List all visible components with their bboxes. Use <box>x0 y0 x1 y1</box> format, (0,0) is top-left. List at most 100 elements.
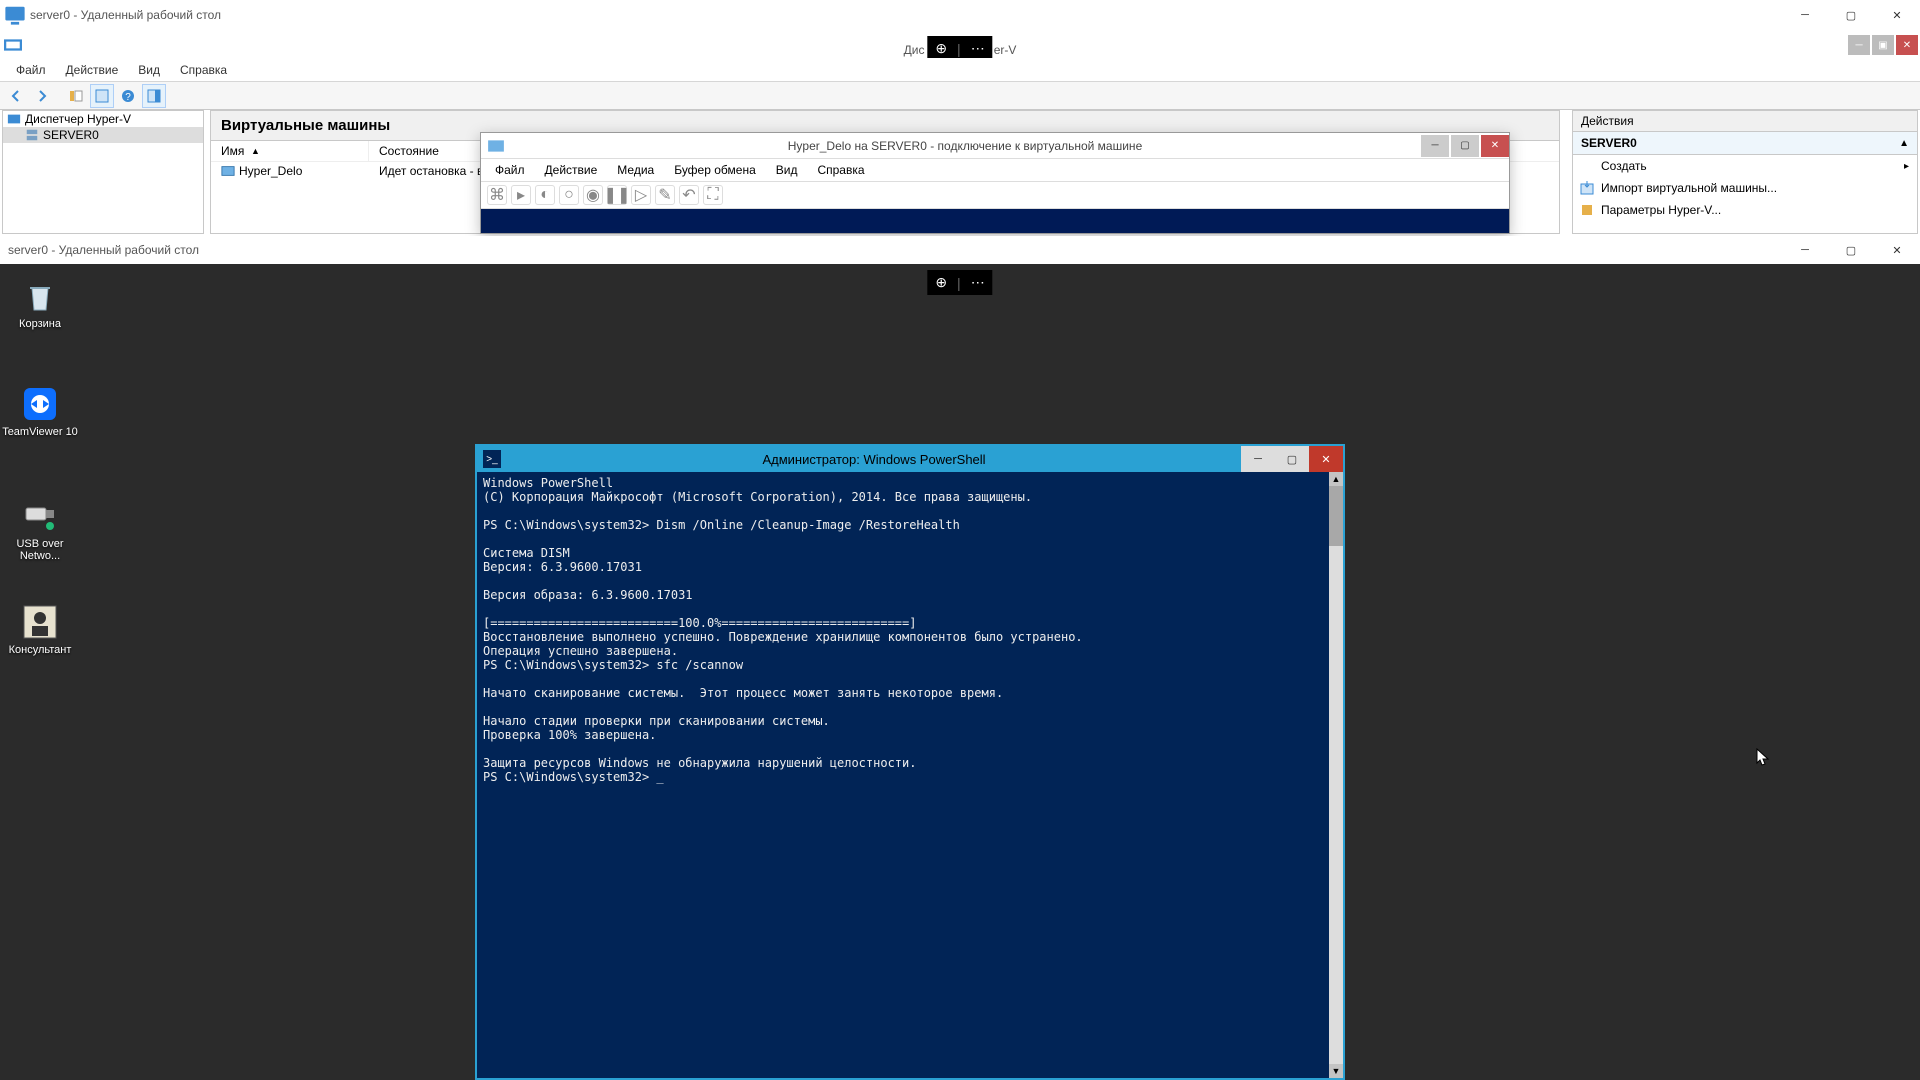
minimize-button[interactable]: ─ <box>1241 446 1275 472</box>
action-import[interactable]: Импорт виртуальной машины... <box>1573 177 1917 199</box>
close-button[interactable]: ✕ <box>1874 236 1920 264</box>
consultant-icon <box>20 602 60 642</box>
more-icon[interactable]: ⋯ <box>971 40 985 57</box>
tree-root-label: Диспетчер Hyper-V <box>25 112 131 126</box>
desktop-icon-label: USB over Netwo... <box>0 538 80 562</box>
close-button[interactable]: ✕ <box>1481 135 1509 157</box>
rdp1-titlebar[interactable]: server0 - Удаленный рабочий стол ─ ▢ ✕ <box>0 0 1920 30</box>
import-icon <box>1579 180 1595 196</box>
vmconn-title: Hyper_Delo на SERVER0 - подключение к ви… <box>511 139 1419 153</box>
checkpoint-button[interactable]: ✎ <box>655 185 675 205</box>
server-icon <box>25 128 39 142</box>
enhanced-button[interactable]: ⛶ <box>703 185 723 205</box>
vmconn-viewport[interactable] <box>481 209 1509 233</box>
rdp2-titlebar[interactable]: server0 - Удаленный рабочий стол ─ ▢ ✕ <box>0 236 1920 264</box>
mouse-cursor <box>1756 748 1770 768</box>
minimize-button[interactable]: ─ <box>1421 135 1449 157</box>
rdp2-window-controls: ─ ▢ ✕ <box>1782 236 1920 264</box>
revert-button[interactable]: ↶ <box>679 185 699 205</box>
tree-server-label: SERVER0 <box>43 128 99 142</box>
maximize-button[interactable]: ▢ <box>1828 236 1874 264</box>
menu-view[interactable]: Вид <box>128 61 170 79</box>
menu-clipboard[interactable]: Буфер обмена <box>666 162 764 178</box>
powershell-icon: >_ <box>483 450 501 468</box>
hyperv-toolbar: ? <box>0 82 1920 110</box>
menu-help[interactable]: Справка <box>809 162 872 178</box>
start-button[interactable]: ▸ <box>511 185 531 205</box>
powershell-console[interactable]: Windows PowerShell (C) Корпорация Майкро… <box>477 472 1329 1078</box>
rdp-window-2: server0 - Удаленный рабочий стол ─ ▢ ✕ ⊕… <box>0 236 1920 1080</box>
ctrl-alt-del-button[interactable]: ⌘ <box>487 185 507 205</box>
collapse-icon[interactable]: ▲ <box>1899 138 1909 149</box>
teamviewer-icon <box>20 384 60 424</box>
actions-title: Действия <box>1573 111 1917 132</box>
vmconn-window-controls: ─ ▢ ✕ <box>1419 135 1509 157</box>
menu-help[interactable]: Справка <box>170 61 237 79</box>
show-hide-tree-button[interactable] <box>64 84 88 108</box>
vm-icon <box>221 164 235 178</box>
forward-button[interactable] <box>30 84 54 108</box>
shutdown-button[interactable]: ○ <box>559 185 579 205</box>
zoom-icon[interactable]: ⊕ <box>935 40 947 57</box>
hyperv-tree-pane[interactable]: Диспетчер Hyper-V SERVER0 <box>2 110 204 234</box>
vmconn-toolbar: ⌘ ▸ ◐ ○ ◉ ❚❚ ▷ ✎ ↶ ⛶ <box>481 182 1509 209</box>
more-icon[interactable]: ⋯ <box>971 274 985 291</box>
desktop-icon-recycle-bin[interactable]: Корзина <box>0 276 80 330</box>
menu-media[interactable]: Медиа <box>609 162 662 178</box>
maximize-button[interactable]: ▢ <box>1451 135 1479 157</box>
vmconn-titlebar[interactable]: Hyper_Delo на SERVER0 - подключение к ви… <box>481 133 1509 159</box>
rdp2-title: server0 - Удаленный рабочий стол <box>8 243 199 257</box>
rdp1-window-controls: ─ ▢ ✕ <box>1782 1 1920 29</box>
sort-asc-icon: ▲ <box>251 146 260 156</box>
back-button[interactable] <box>4 84 28 108</box>
save-button[interactable]: ◉ <box>583 185 603 205</box>
rdp-icon <box>4 4 26 26</box>
powershell-titlebar[interactable]: >_ Администратор: Windows PowerShell ─ ▢… <box>477 446 1343 472</box>
desktop-icon-label: Корзина <box>0 318 80 330</box>
scroll-down-button[interactable]: ▼ <box>1329 1064 1343 1078</box>
recycle-bin-icon <box>20 276 60 316</box>
menu-action[interactable]: Действие <box>56 61 129 79</box>
menu-file[interactable]: Файл <box>487 162 533 178</box>
actions-server-label: SERVER0 <box>1581 136 1637 150</box>
powershell-scrollbar[interactable]: ▲ ▼ <box>1329 472 1343 1078</box>
minimize-button[interactable]: ─ <box>1848 35 1870 55</box>
close-button[interactable]: ✕ <box>1874 1 1920 29</box>
menu-file[interactable]: Файл <box>6 61 56 79</box>
scroll-up-button[interactable]: ▲ <box>1329 472 1343 486</box>
rdp-zoom-toolbar[interactable]: ⊕ | ⋯ <box>927 270 992 295</box>
turnoff-button[interactable]: ◐ <box>535 185 555 205</box>
action-pane-button[interactable] <box>142 84 166 108</box>
zoom-icon[interactable]: ⊕ <box>935 274 947 291</box>
powershell-window-controls: ─ ▢ ✕ <box>1241 446 1343 472</box>
desktop-icon-usb-over-network[interactable]: USB over Netwo... <box>0 496 80 562</box>
close-button[interactable]: ✕ <box>1896 35 1918 55</box>
col-name[interactable]: Имя ▲ <box>211 141 369 161</box>
vm-name: Hyper_Delo <box>239 164 302 178</box>
action-create[interactable]: Создать <box>1573 155 1917 177</box>
desktop-icon-consultant[interactable]: Консультант <box>0 602 80 656</box>
reset-button[interactable]: ▷ <box>631 185 651 205</box>
vm-connection-window[interactable]: Hyper_Delo на SERVER0 - подключение к ви… <box>480 132 1510 234</box>
menu-action[interactable]: Действие <box>537 162 606 178</box>
tree-server[interactable]: SERVER0 <box>3 127 203 143</box>
maximize-button[interactable]: ▢ <box>1828 1 1874 29</box>
help-button[interactable]: ? <box>116 84 140 108</box>
action-settings[interactable]: Параметры Hyper-V... <box>1573 199 1917 221</box>
maximize-button[interactable]: ▢ <box>1275 446 1309 472</box>
actions-pane: Действия SERVER0 ▲ Создать Импорт виртуа… <box>1572 110 1918 234</box>
pause-button[interactable]: ❚❚ <box>607 185 627 205</box>
powershell-window[interactable]: >_ Администратор: Windows PowerShell ─ ▢… <box>475 444 1345 1080</box>
properties-button[interactable] <box>90 84 114 108</box>
tree-root[interactable]: Диспетчер Hyper-V <box>3 111 203 127</box>
hyperv-title-left: Дис <box>904 43 925 57</box>
maximize-button[interactable]: ▣ <box>1872 35 1894 55</box>
menu-view[interactable]: Вид <box>768 162 806 178</box>
desktop-icon-teamviewer[interactable]: TeamViewer 10 <box>0 384 80 438</box>
minimize-button[interactable]: ─ <box>1782 236 1828 264</box>
scroll-thumb[interactable] <box>1329 486 1343 546</box>
vmconn-icon <box>487 137 505 155</box>
actions-server-section[interactable]: SERVER0 ▲ <box>1573 132 1917 155</box>
minimize-button[interactable]: ─ <box>1782 1 1828 29</box>
close-button[interactable]: ✕ <box>1309 446 1343 472</box>
